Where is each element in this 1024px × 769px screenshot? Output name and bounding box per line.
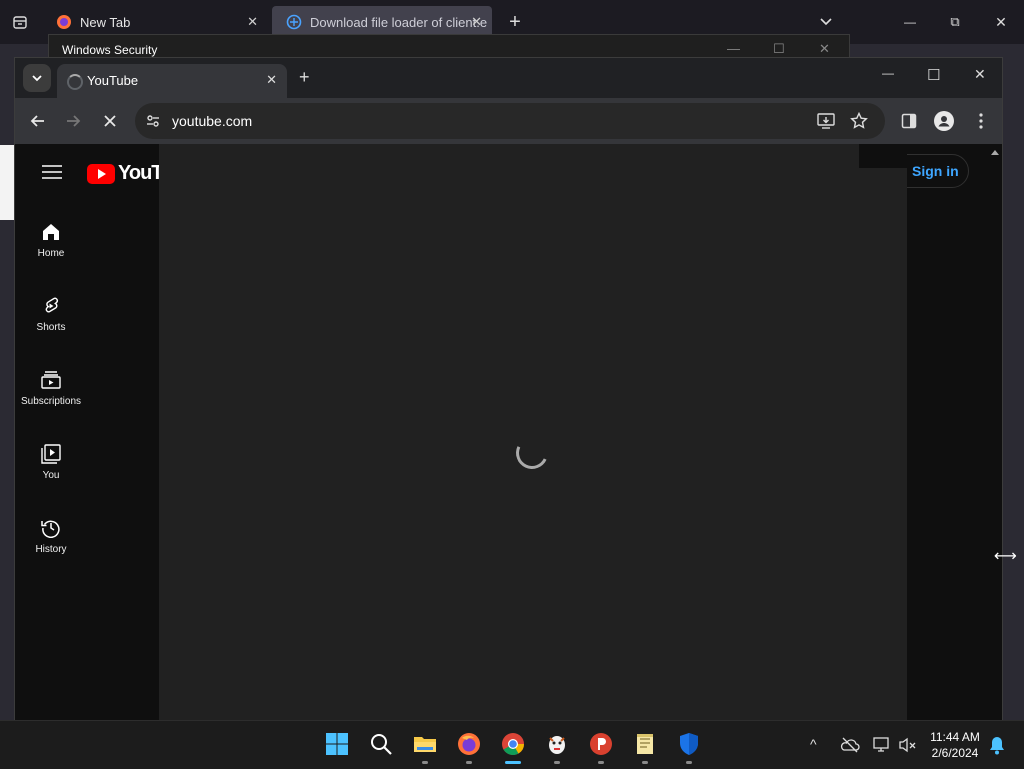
- new-tab-button[interactable]: +: [503, 10, 527, 34]
- nav-label: Subscriptions: [20, 396, 82, 407]
- nav-item-home[interactable]: Home: [15, 222, 87, 259]
- dialog-maximize-button[interactable]: ☐: [773, 41, 785, 57]
- tab-search-button[interactable]: [23, 64, 51, 92]
- side-panel-icon: [901, 113, 917, 129]
- overlay-gap: [859, 144, 907, 168]
- close-icon[interactable]: ✕: [247, 14, 258, 30]
- chrome-maximize-button[interactable]: ☐: [927, 66, 940, 84]
- close-icon[interactable]: ✕: [471, 14, 482, 30]
- shorts-icon: [45, 297, 59, 313]
- running-indicator: [598, 761, 604, 764]
- nav-item-shorts[interactable]: Shorts: [15, 296, 87, 333]
- install-app-icon[interactable]: [817, 113, 835, 129]
- close-icon[interactable]: ✕: [266, 72, 277, 88]
- chrome-window: YouTube ✕ + — ☐ ✕ youtube.com YouTu Home…: [14, 57, 1003, 721]
- chrome-tab-youtube[interactable]: YouTube ✕: [57, 64, 287, 98]
- chrome-icon[interactable]: [501, 732, 525, 756]
- url-text[interactable]: youtube.com: [172, 113, 252, 129]
- search-icon[interactable]: [369, 732, 393, 756]
- active-indicator: [505, 761, 521, 764]
- firefox-view-icon[interactable]: [8, 10, 32, 34]
- youtube-play-icon: [87, 163, 115, 184]
- nav-item-you[interactable]: You: [15, 444, 87, 481]
- notepad-icon[interactable]: [633, 732, 657, 756]
- network-icon[interactable]: [872, 735, 892, 755]
- firefox-close-button[interactable]: ✕: [989, 10, 1013, 34]
- chrome-minimize-button[interactable]: —: [882, 66, 894, 80]
- notification-bell-icon[interactable]: [988, 735, 1006, 755]
- nav-label: You: [42, 470, 60, 481]
- running-indicator: [466, 761, 472, 764]
- loading-overlay: [159, 144, 907, 721]
- taskbar: ^ 11:44 AM 2/6/2024: [0, 720, 1024, 769]
- new-tab-button[interactable]: +: [299, 67, 310, 88]
- loading-icon: [67, 74, 83, 90]
- psiphon-icon[interactable]: [589, 732, 613, 756]
- running-indicator: [686, 761, 692, 764]
- app-mascot-icon[interactable]: [545, 732, 569, 756]
- resize-horizontal-cursor-icon: ⟷: [994, 548, 1017, 565]
- nav-item-history[interactable]: History: [15, 518, 87, 555]
- firefox-icon: [57, 15, 71, 29]
- firefox-icon[interactable]: [457, 732, 481, 756]
- sign-in-label: Sign in: [912, 163, 959, 179]
- list-tabs-button[interactable]: [814, 10, 838, 34]
- chevron-down-icon: [820, 18, 832, 26]
- system-clock[interactable]: 11:44 AM 2/6/2024: [924, 729, 986, 761]
- onedrive-offline-icon[interactable]: [840, 735, 860, 755]
- running-indicator: [642, 761, 648, 764]
- history-icon: [41, 520, 60, 538]
- chrome-menu-button[interactable]: [971, 111, 991, 131]
- loading-spinner-icon: [511, 432, 553, 474]
- forward-button[interactable]: [63, 111, 83, 131]
- site-icon: [286, 14, 302, 30]
- dialog-title: Windows Security: [62, 43, 158, 57]
- close-icon: [104, 115, 116, 127]
- running-indicator: [422, 761, 428, 764]
- tray-overflow-button[interactable]: ^: [810, 736, 817, 752]
- defender-icon[interactable]: [677, 732, 701, 756]
- volume-muted-icon[interactable]: [898, 735, 918, 755]
- arrow-right-icon: [67, 115, 81, 127]
- nav-label: Home: [37, 248, 65, 259]
- side-panel-button[interactable]: [899, 111, 919, 131]
- tab-title: New Tab: [80, 14, 131, 30]
- you-icon: [41, 444, 61, 464]
- dialog-close-button[interactable]: ✕: [819, 41, 830, 57]
- nav-item-subscriptions[interactable]: Subscriptions: [15, 370, 87, 407]
- chrome-tabstrip: YouTube ✕ + — ☐ ✕: [15, 58, 1002, 98]
- subscriptions-icon: [41, 371, 61, 389]
- running-indicator: [554, 761, 560, 764]
- profile-icon: [934, 111, 954, 131]
- stop-loading-button[interactable]: [100, 111, 120, 131]
- back-button[interactable]: [28, 111, 48, 131]
- home-icon: [43, 224, 59, 240]
- background-page-strip: [0, 145, 14, 220]
- file-explorer-icon[interactable]: [413, 732, 437, 756]
- chrome-close-button[interactable]: ✕: [974, 66, 986, 83]
- address-bar[interactable]: youtube.com: [135, 103, 885, 139]
- chevron-down-icon: [32, 75, 42, 82]
- tab-title: Download file loader of client.e: [310, 14, 488, 30]
- youtube-page: YouTu Home Shorts Subscriptions You Hist…: [15, 144, 1002, 721]
- scrollbar-up-arrow[interactable]: [991, 150, 999, 155]
- more-vertical-icon: [979, 113, 983, 129]
- chrome-toolbar: youtube.com: [15, 98, 1002, 144]
- start-icon[interactable]: [325, 732, 349, 756]
- hamburger-menu-icon[interactable]: [42, 164, 62, 180]
- clock-time: 11:44 AM: [930, 730, 980, 744]
- clock-date: 2/6/2024: [931, 746, 979, 760]
- bookmark-star-icon[interactable]: [850, 112, 868, 130]
- nav-label: History: [35, 544, 67, 555]
- firefox-restore-button[interactable]: ⧉: [943, 10, 967, 34]
- dialog-minimize-button[interactable]: —: [727, 41, 740, 56]
- site-settings-icon[interactable]: [145, 113, 161, 129]
- profile-button[interactable]: [934, 111, 954, 131]
- nav-label: Shorts: [36, 322, 66, 333]
- tab-title: YouTube: [87, 73, 139, 88]
- arrow-left-icon: [30, 115, 44, 127]
- firefox-minimize-button[interactable]: —: [898, 10, 922, 34]
